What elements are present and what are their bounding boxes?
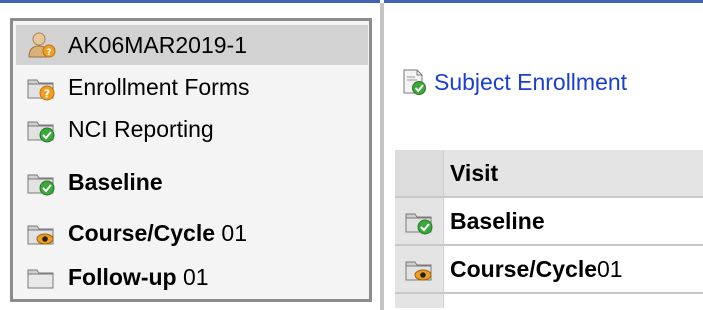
- visit-cell: Baseline: [443, 198, 703, 244]
- subject-person-icon: ?: [28, 32, 56, 58]
- folder-question-icon: ?: [27, 79, 55, 101]
- document-check-icon: [403, 69, 426, 95]
- tree-item-nci-reporting[interactable]: NCI Reporting: [16, 109, 368, 149]
- folder-check-icon: [27, 121, 55, 143]
- folder-check-icon: [27, 174, 55, 196]
- navigation-tree-panel: ? AK06MAR2019-1 ? Enrollment Forms NCI R…: [10, 18, 372, 302]
- tree-item-label: AK06MAR2019-1: [68, 31, 247, 58]
- page-title-text: Subject Enrollment: [434, 68, 628, 95]
- svg-text:?: ?: [46, 48, 51, 58]
- tree-item-subject[interactable]: ? AK06MAR2019-1: [16, 25, 368, 65]
- table-row[interactable]: Course/Cycle 01: [395, 246, 703, 294]
- table-row-partial: [395, 294, 703, 308]
- tree-item-baseline[interactable]: Baseline: [16, 162, 368, 202]
- folder-empty-icon: [27, 269, 54, 289]
- tree-item-enrollment-forms[interactable]: ? Enrollment Forms: [16, 67, 368, 107]
- visit-table-header: Visit: [395, 150, 703, 198]
- tree-item-follow-up[interactable]: Follow-up 01: [16, 257, 368, 297]
- column-header-visit[interactable]: Visit: [443, 150, 703, 196]
- tree-item-label: NCI Reporting: [68, 115, 214, 142]
- table-row[interactable]: Baseline: [395, 198, 703, 246]
- page-title[interactable]: Subject Enrollment: [400, 62, 627, 102]
- tree-item-course-cycle[interactable]: Course/Cycle 01: [16, 213, 368, 253]
- tree-item-label: Enrollment Forms: [68, 73, 250, 100]
- pane-divider[interactable]: [380, 3, 384, 310]
- row-icon-cell: [395, 246, 443, 292]
- row-icon-cell: [395, 198, 443, 244]
- folder-eye-icon: [27, 225, 54, 245]
- tree-item-label: Course/Cycle 01: [68, 219, 247, 246]
- header-icon-cell: [395, 150, 443, 196]
- row-icon-cell: [395, 294, 443, 308]
- folder-check-icon: [405, 213, 433, 235]
- visit-cell: [443, 294, 703, 308]
- visit-table: Visit Baseline Course/Cycle 01: [395, 150, 703, 308]
- svg-text:?: ?: [44, 88, 50, 101]
- folder-eye-icon: [405, 261, 432, 281]
- top-accent-line: [0, 0, 703, 3]
- tree-item-label: Follow-up 01: [68, 263, 209, 290]
- tree-item-label: Baseline: [68, 168, 163, 195]
- visit-cell: Course/Cycle 01: [443, 246, 703, 292]
